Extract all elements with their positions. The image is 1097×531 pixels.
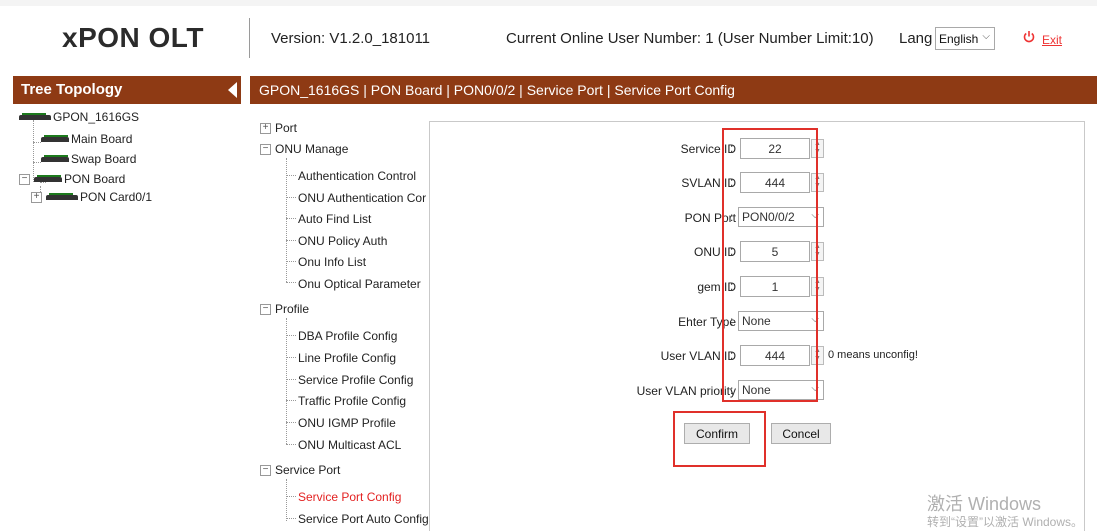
tree-topology-panel: Tree Topology GPON_1616GS Main Board Swa…	[13, 76, 241, 531]
menu-item-line-profile-config[interactable]: Line Profile Config	[298, 351, 396, 365]
tree-node-pon-card-label: PON Card0/1	[80, 190, 153, 204]
menu-item-onu-igmp-profile[interactable]: ONU IGMP Profile	[298, 416, 396, 430]
menu-item-auto-find-list[interactable]: Auto Find List	[298, 212, 371, 226]
collapse-arrow-icon[interactable]	[228, 82, 237, 98]
lang-label: Lang	[899, 30, 933, 47]
exit-link[interactable]: Exit	[1042, 33, 1062, 47]
menu-group-port-label: Port	[275, 121, 298, 135]
language-select-value: English	[939, 32, 979, 46]
tree-topology-title: Tree Topology	[21, 81, 123, 98]
menu-item-onu-optical-parameter[interactable]: Onu Optical Parameter	[298, 277, 421, 291]
menu-item-dba-profile-config[interactable]: DBA Profile Config	[298, 329, 397, 343]
device-icon	[19, 112, 51, 120]
board-icon	[41, 154, 69, 162]
tree-node-root-label: GPON_1616GS	[53, 110, 140, 124]
annotation-box-confirm	[673, 411, 766, 467]
expand-icon[interactable]: +	[260, 122, 271, 134]
collapse-icon[interactable]: −	[260, 303, 271, 315]
brand-title: xPON OLT	[62, 22, 204, 53]
device-tree: GPON_1616GS Main Board Swap Board − PON …	[13, 104, 241, 531]
tree-node-pon-board-label: PON Board	[64, 172, 126, 186]
function-menu: + Port − ONU Manage Authentication Contr…	[260, 116, 430, 531]
cancel-button[interactable]: Concel	[771, 423, 831, 444]
board-icon	[34, 174, 62, 182]
expand-icon[interactable]: +	[31, 191, 42, 203]
user-vlan-hint: 0 means unconfig!	[828, 349, 918, 361]
header: xPON OLT Version: V1.2.0_181011 Current …	[0, 0, 1097, 70]
header-divider	[249, 18, 250, 58]
menu-group-service-port-label: Service Port	[275, 463, 341, 477]
menu-group-onu-manage[interactable]: − ONU Manage	[260, 142, 348, 156]
board-icon	[41, 134, 69, 142]
menu-group-profile-label: Profile	[275, 302, 310, 316]
tree-node-swap-board[interactable]: Swap Board	[41, 152, 136, 166]
power-icon[interactable]	[1023, 30, 1035, 44]
menu-item-service-port-auto-config[interactable]: Service Port Auto Config	[298, 512, 429, 526]
language-select[interactable]: English ⌵	[935, 27, 995, 50]
menu-item-onu-info-list[interactable]: Onu Info List	[298, 255, 366, 269]
menu-group-profile[interactable]: − Profile	[260, 302, 309, 316]
menu-item-onu-policy-auth[interactable]: ONU Policy Auth	[298, 234, 387, 248]
activation-watermark-subtitle: 转到“设置”以激活 Windows。	[927, 515, 1084, 529]
menu-item-traffic-profile-config[interactable]: Traffic Profile Config	[298, 394, 406, 408]
menu-item-authentication-control[interactable]: Authentication Control	[298, 169, 416, 183]
menu-group-port[interactable]: + Port	[260, 121, 297, 135]
menu-item-service-profile-config[interactable]: Service Profile Config	[298, 373, 413, 387]
tree-node-pon-card[interactable]: + PON Card0/1	[31, 190, 152, 204]
collapse-icon[interactable]: −	[260, 464, 271, 476]
tree-node-pon-board[interactable]: − PON Board	[19, 172, 125, 186]
online-user-text: Current Online User Number: 1 (User Numb…	[506, 30, 874, 47]
menu-item-service-port-config[interactable]: Service Port Config	[298, 490, 401, 504]
board-icon	[46, 192, 78, 200]
tree-node-root[interactable]: GPON_1616GS	[19, 110, 139, 124]
tree-node-main-board[interactable]: Main Board	[41, 132, 132, 146]
tree-node-main-board-label: Main Board	[71, 132, 133, 146]
tree-node-swap-board-label: Swap Board	[71, 152, 137, 166]
menu-group-service-port[interactable]: − Service Port	[260, 463, 340, 477]
tree-topology-header: Tree Topology	[13, 76, 241, 104]
version-text: Version: V1.2.0_181011	[271, 30, 431, 47]
menu-group-onu-manage-label: ONU Manage	[275, 142, 349, 156]
chevron-down-icon: ⌵	[982, 31, 990, 42]
breadcrumb: GPON_1616GS | PON Board | PON0/0/2 | Ser…	[250, 76, 1097, 104]
annotation-box-fields	[722, 128, 818, 402]
top-strip	[0, 0, 1097, 6]
collapse-icon[interactable]: −	[260, 143, 271, 155]
menu-item-onu-authentication[interactable]: ONU Authentication Cor	[298, 191, 426, 205]
collapse-icon[interactable]: −	[19, 173, 30, 185]
menu-item-onu-multicast-acl[interactable]: ONU Multicast ACL	[298, 438, 401, 452]
